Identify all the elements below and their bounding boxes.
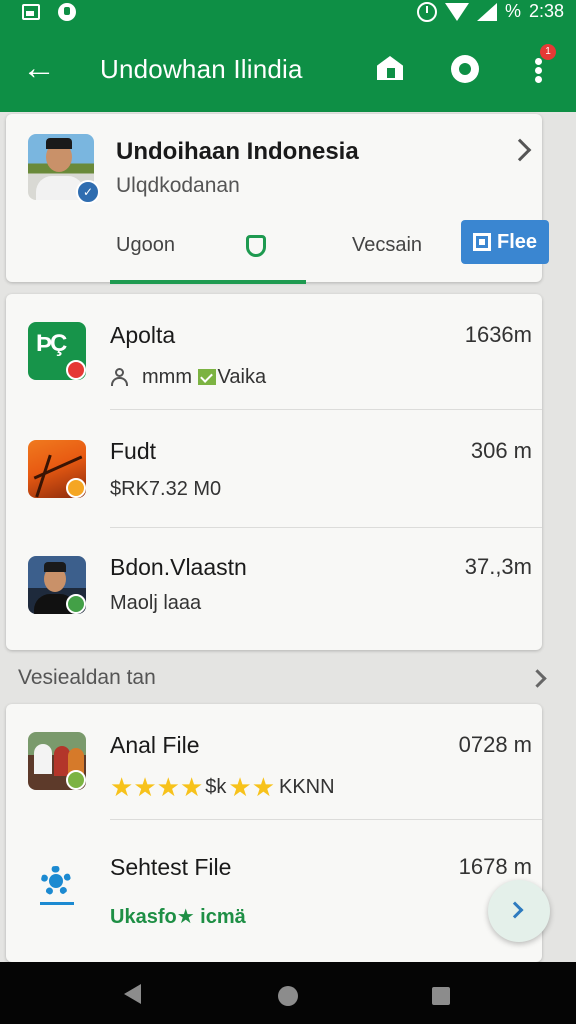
file-thumbnail [28, 440, 86, 498]
notification-icon [58, 3, 76, 21]
section-title: Vesiealdan tan [18, 666, 156, 689]
more-options-icon[interactable]: 1 [526, 44, 560, 86]
tab-shield-icon[interactable] [246, 235, 266, 257]
check-icon [197, 369, 216, 385]
notification-badge: 1 [540, 44, 556, 60]
wifi-icon [444, 2, 469, 21]
star-icon: ★ [251, 772, 275, 802]
app-logo-icon: ÞÇ [28, 322, 86, 380]
star-icon: ★ [179, 772, 204, 802]
file-meta: $RK7.32 M0 [110, 478, 222, 500]
file-size: 306 m [470, 438, 532, 463]
clock: 2:38 [528, 1, 564, 21]
signal-icon [476, 2, 497, 21]
verified-badge-icon: ✓ [76, 180, 100, 204]
file-name: Sehtest File [110, 854, 232, 880]
file-name: Fudt [110, 438, 157, 464]
file-name: Bdon.Vlaastn [110, 554, 247, 580]
files-button[interactable]: Flee [461, 220, 549, 264]
file-name: Apolta [110, 322, 176, 348]
nav-recents-icon[interactable] [432, 987, 450, 1005]
list-item[interactable]: ÞÇ Apolta mmm Vaika 1636m [6, 294, 542, 410]
settings-icon[interactable] [448, 52, 482, 86]
app-bar: ← Undowhan Ilindia 1 [0, 26, 576, 112]
alarm-icon [416, 1, 437, 22]
profile-card[interactable]: ✓ Undoihaan Indonesia Ulqdkodanan Ugoon … [6, 114, 549, 284]
nav-back-icon[interactable] [124, 984, 141, 1004]
active-tab-indicator [110, 280, 306, 284]
person-icon [110, 368, 128, 386]
file-thumbnail [28, 556, 86, 614]
file-size: 0728 m [458, 732, 532, 757]
rating: ★ ★ ★ ★ $k ★ ★ KKNN [110, 774, 335, 800]
profile-name: Undoihaan Indonesia [116, 138, 359, 165]
screenshot-icon [22, 4, 40, 20]
files-button-label: Flee [496, 230, 538, 253]
star-icon: ★ [133, 772, 157, 802]
gear-icon [28, 856, 86, 914]
star-icon: ★ [228, 772, 252, 802]
file-size: 1636m [464, 322, 532, 347]
profile-subtitle: Ulqdkodanan [116, 174, 240, 197]
status-bar: % 2:38 [0, 0, 576, 26]
list-item[interactable]: Fudt $RK7.32 M0 306 m [6, 412, 542, 528]
system-nav-bar [0, 962, 576, 1024]
close-icon[interactable] [508, 138, 532, 162]
home-icon[interactable] [374, 52, 408, 86]
tab-version[interactable]: Vecsain [352, 234, 422, 257]
divider [110, 819, 542, 820]
back-arrow-icon[interactable]: ← [22, 51, 56, 86]
file-meta: Maolj laaa [110, 592, 202, 614]
tab-upload[interactable]: Ugoon [116, 234, 175, 257]
file-meta: mmm Vaika [142, 366, 267, 388]
scroll-fab[interactable] [488, 880, 550, 942]
divider [110, 409, 542, 410]
star-icon: ★ [110, 772, 134, 802]
star-icon: ★ [156, 772, 180, 802]
battery-percent: % [504, 1, 521, 21]
chevron-right-icon [506, 901, 524, 919]
list-item[interactable]: Sehtest File Ukasfo★ icmä 1678 m [6, 828, 542, 944]
file-thumbnail [28, 732, 86, 790]
app-title: Undowhan Ilindia [100, 54, 303, 84]
list-item[interactable]: Anal File ★ ★ ★ ★ $k ★ ★ KKNN 0728 m [6, 704, 542, 820]
files-list-secondary: Anal File ★ ★ ★ ★ $k ★ ★ KKNN 0728 m Seh… [6, 704, 542, 962]
file-name: Anal File [110, 732, 200, 758]
list-item[interactable]: Bdon.Vlaastn Maolj laaa 37.,3m [6, 528, 542, 644]
file-meta: Ukasfo★ icmä [110, 906, 246, 928]
files-list: ÞÇ Apolta mmm Vaika 1636m Fudt $RK7.32 M… [6, 294, 542, 650]
nav-home-icon[interactable] [278, 986, 298, 1006]
file-size: 1678 m [458, 854, 532, 879]
file-icon [472, 233, 491, 251]
file-size: 37.,3m [464, 554, 532, 579]
chevron-right-icon[interactable] [528, 669, 547, 688]
rating-meta: KKNN [279, 775, 335, 798]
rating-text: $k [205, 775, 227, 798]
